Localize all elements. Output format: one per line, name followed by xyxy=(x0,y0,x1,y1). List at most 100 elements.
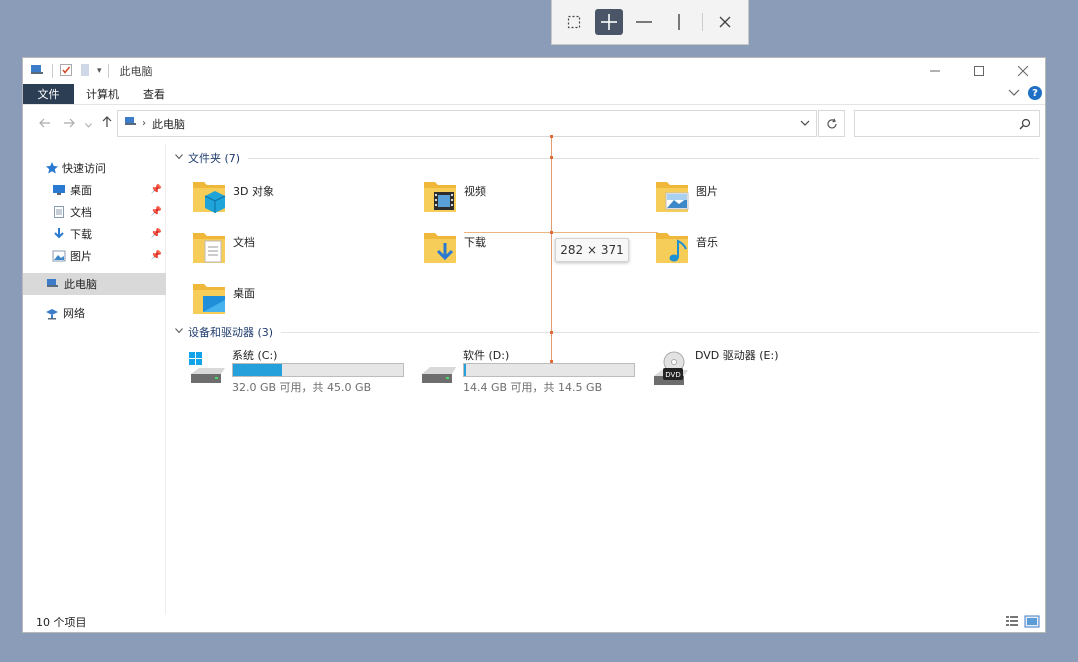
chevron-down-icon[interactable] xyxy=(175,153,183,163)
search-input[interactable] xyxy=(854,110,1040,137)
pin-icon[interactable]: 📌 xyxy=(151,251,162,261)
measure-guide-horizontal xyxy=(464,232,658,233)
nav-item-network[interactable]: 网络 xyxy=(23,302,166,324)
toolbar-separator xyxy=(702,13,703,31)
address-bar: › 此电脑 xyxy=(23,105,1045,143)
close-tool-button[interactable] xyxy=(711,9,739,35)
content-pane: 文件夹 (7) 3D 对象 视频 图片 文档 下载 音乐 桌面 设备和驱动器 (… xyxy=(167,144,1045,614)
minimize-button[interactable] xyxy=(913,58,957,84)
drive-usage-bar xyxy=(232,363,404,377)
minimize-icon xyxy=(930,70,940,72)
refresh-button[interactable] xyxy=(818,110,845,137)
forward-arrow-icon xyxy=(64,118,75,127)
chevron-down-icon[interactable] xyxy=(175,327,183,337)
breadcrumb[interactable]: 此电脑 xyxy=(152,116,185,132)
drive-size: 32.0 GB 可用，共 45.0 GB xyxy=(232,381,372,394)
computer-icon xyxy=(47,279,58,287)
crosshair-icon xyxy=(601,14,617,30)
folder-3d-objects[interactable]: 3D 对象 xyxy=(191,176,391,220)
up-button[interactable] xyxy=(95,116,119,132)
guide-tick xyxy=(550,231,553,234)
folder-label: 下载 xyxy=(464,236,486,249)
drive-e[interactable]: DVD DVD 驱动器 (E:) xyxy=(650,347,880,395)
group-header-label: 文件夹 (7) xyxy=(188,152,241,165)
drive-usage-fill xyxy=(464,364,466,376)
details-view-icon[interactable] xyxy=(1005,615,1019,631)
close-icon xyxy=(1018,66,1028,76)
large-icons-view-icon[interactable] xyxy=(1024,615,1040,631)
document-icon xyxy=(54,206,64,218)
chevron-down-icon[interactable]: ▾ xyxy=(97,66,102,76)
nav-item-documents[interactable]: 文档 📌 xyxy=(23,201,166,223)
crosshair-tool-button[interactable] xyxy=(595,9,623,35)
navigation-pane: 快速访问 桌面 📌 文档 📌 下载 📌 图片 📌 此电脑 网络 xyxy=(23,144,166,614)
expand-ribbon-icon[interactable] xyxy=(1008,86,1020,100)
folder-documents[interactable]: 文档 xyxy=(191,227,391,271)
horizontal-tool-button[interactable] xyxy=(630,9,658,35)
nav-item-pictures[interactable]: 图片 📌 xyxy=(23,245,166,267)
maximize-icon xyxy=(974,66,984,76)
window-title: 此电脑 xyxy=(119,65,153,78)
address-dropdown-icon[interactable] xyxy=(800,117,810,130)
selection-tool-button[interactable] xyxy=(560,9,588,35)
picture-folder-icon xyxy=(656,182,689,212)
pin-icon[interactable]: 📌 xyxy=(151,207,162,217)
separator xyxy=(52,64,53,78)
tab-view[interactable]: 查看 xyxy=(131,84,177,104)
document-folder-icon xyxy=(193,233,225,263)
properties-icon[interactable] xyxy=(59,63,73,80)
vertical-tool-button[interactable] xyxy=(665,9,693,35)
nav-item-downloads[interactable]: 下载 📌 xyxy=(23,223,166,245)
star-icon xyxy=(46,162,58,174)
tab-computer[interactable]: 计算机 xyxy=(74,84,131,104)
divider xyxy=(248,157,1039,159)
pin-icon[interactable]: 📌 xyxy=(151,229,162,239)
chevron-right-icon[interactable]: › xyxy=(142,118,146,129)
tab-file[interactable]: 文件 xyxy=(23,84,74,104)
desktop-folder-icon xyxy=(193,284,225,314)
group-header-folders[interactable]: 文件夹 (7) xyxy=(175,150,1039,166)
computer-icon xyxy=(124,116,138,131)
group-header-drives[interactable]: 设备和驱动器 (3) xyxy=(175,324,1039,340)
group-header-label: 设备和驱动器 (3) xyxy=(188,326,274,339)
3d-objects-icon xyxy=(193,182,226,213)
folder-desktop[interactable]: 桌面 xyxy=(191,278,391,322)
separator xyxy=(107,64,109,78)
folder-videos[interactable]: 视频 xyxy=(422,176,622,220)
guide-endpoint xyxy=(550,135,553,138)
measure-guide-vertical xyxy=(551,136,552,362)
pin-icon[interactable]: 📌 xyxy=(151,185,162,195)
nav-item-label: 下载 xyxy=(70,228,92,241)
folder-music[interactable]: 音乐 xyxy=(654,227,854,271)
drive-c[interactable]: 系统 (C:) 32.0 GB 可用，共 45.0 GB xyxy=(187,347,417,395)
drive-usage-bar xyxy=(463,363,635,377)
new-folder-icon[interactable] xyxy=(79,63,91,80)
back-button[interactable] xyxy=(33,117,57,132)
windows-drive-icon xyxy=(189,352,225,383)
nav-item-label: 文档 xyxy=(70,206,92,219)
ribbon: 文件 计算机 查看 ? xyxy=(23,84,1045,105)
network-icon xyxy=(46,308,58,319)
close-button[interactable] xyxy=(1001,58,1045,84)
folder-label: 桌面 xyxy=(233,287,255,300)
folder-label: 图片 xyxy=(696,185,718,198)
maximize-button[interactable] xyxy=(957,58,1001,84)
drive-label: 软件 (D:) xyxy=(463,349,510,362)
help-icon[interactable]: ? xyxy=(1028,86,1042,100)
address-field[interactable]: › 此电脑 xyxy=(117,110,817,137)
folder-label: 文档 xyxy=(233,236,255,249)
download-icon xyxy=(54,228,64,239)
drive-d[interactable]: 软件 (D:) 14.4 GB 可用，共 14.5 GB xyxy=(418,347,648,395)
nav-item-quick-access[interactable]: 快速访问 xyxy=(23,157,166,179)
drive-label: DVD 驱动器 (E:) xyxy=(695,349,779,362)
status-bar: 10 个项目 xyxy=(23,612,1045,632)
drive-label: 系统 (C:) xyxy=(232,349,278,362)
folder-pictures[interactable]: 图片 xyxy=(654,176,854,220)
nav-item-desktop[interactable]: 桌面 📌 xyxy=(23,179,166,201)
download-folder-icon xyxy=(424,233,456,263)
forward-button[interactable] xyxy=(57,117,81,132)
guide-endpoint xyxy=(550,360,553,363)
dvd-drive-icon: DVD xyxy=(654,351,688,385)
nav-item-this-pc[interactable]: 此电脑 xyxy=(23,273,166,295)
recent-locations-button[interactable] xyxy=(81,117,95,132)
